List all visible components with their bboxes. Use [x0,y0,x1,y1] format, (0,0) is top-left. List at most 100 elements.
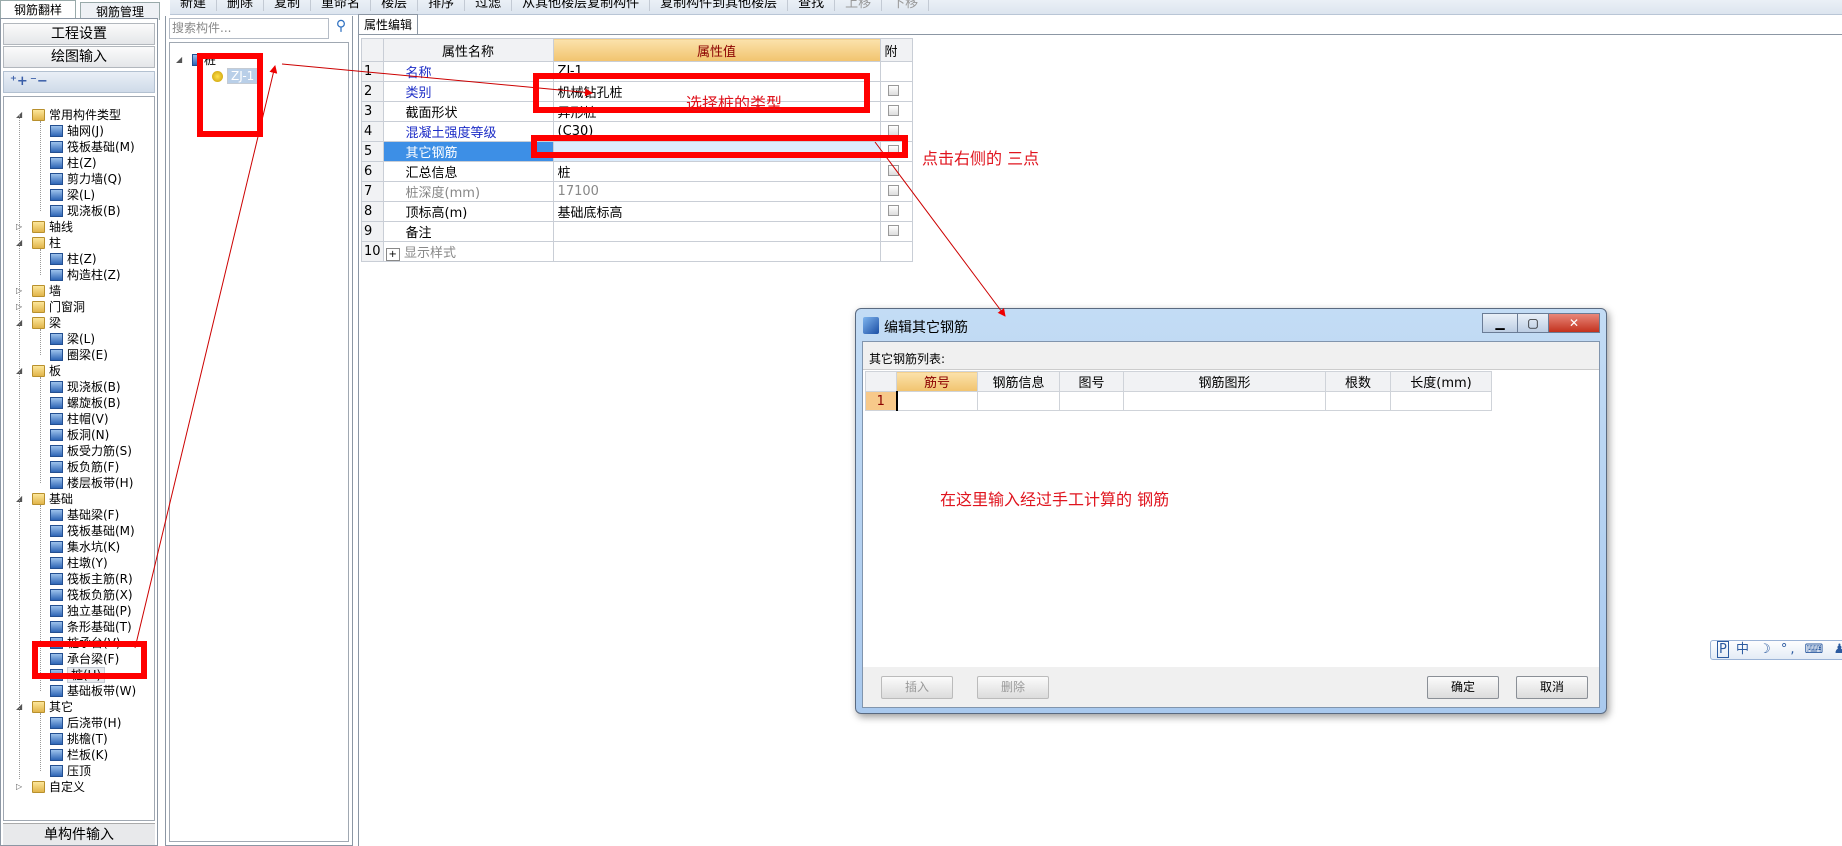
tree-item[interactable]: 柱墩(Y) [50,555,108,571]
property-value[interactable]: (C30) [552,121,881,142]
tree-item[interactable]: 桩承台(V) [50,635,121,651]
toolbar-item[interactable]: 楼层 [371,0,419,11]
search-input[interactable]: 搜索构件... [169,18,329,39]
collapse-arrow-icon[interactable]: ◢ [176,52,186,68]
attach-cell[interactable] [879,81,913,102]
tree-item[interactable]: 构造柱(Z) [50,267,121,283]
tree-item[interactable]: 板洞(N) [50,427,109,443]
expand-plus-icon[interactable]: + [385,248,400,261]
tree-item[interactable]: 筏板负筋(X) [50,587,133,603]
property-value[interactable] [552,221,881,242]
property-value[interactable]: 基础底标高 [552,201,881,222]
attach-cell[interactable] [879,181,913,202]
attach-cell[interactable] [879,201,913,222]
tree-item[interactable]: 承台梁(F) [50,651,119,667]
tree-item[interactable]: 栏板(K) [50,747,108,763]
tree-root-pile[interactable]: ◢ 桩 [176,52,216,68]
single-component-input-button[interactable]: 单构件输入 [3,823,155,845]
attach-cell[interactable] [879,241,913,262]
expand-arrow-icon[interactable]: ▷ [16,219,26,235]
tree-item[interactable]: 压顶 [50,763,91,779]
attach-checkbox[interactable] [887,205,899,216]
collapse-arrow-icon[interactable]: ◢ [16,699,26,715]
minimize-button[interactable]: ▁ [1482,313,1518,333]
property-value[interactable]: 17100 [552,181,881,202]
property-row[interactable]: 4 混凝土强度等级 (C30) [361,121,913,142]
toolbar-item[interactable]: 复制 [264,0,312,11]
drawing-input-button[interactable]: 绘图输入 [3,46,155,68]
collapse-arrow-icon[interactable]: ◢ [16,107,26,123]
tree-folder[interactable]: ◢ 基础 [16,491,73,507]
tree-item[interactable]: 桩(U) [50,667,106,683]
maximize-button[interactable]: ▢ [1517,313,1549,333]
insert-button[interactable]: 插入 [881,676,953,699]
attach-cell[interactable] [879,61,913,82]
tree-item[interactable]: 柱帽(V) [50,411,109,427]
tree-folder[interactable]: ◢ 板 [16,363,61,379]
attach-cell[interactable] [879,101,913,122]
search-icon[interactable]: ⚲ [332,18,350,39]
toolbar-item[interactable]: 下移 [882,0,930,11]
property-row[interactable]: 2 类别 机械钻孔桩 [361,81,913,102]
attach-checkbox[interactable] [887,105,899,116]
tree-item[interactable]: 条形基础(T) [50,619,132,635]
project-settings-button[interactable]: 工程设置 [3,23,155,45]
tree-folder[interactable]: ◢ 其它 [16,699,73,715]
tab-rebar-takeoff[interactable]: 钢筋翻样 [0,0,76,18]
tree-item[interactable]: 后浇带(H) [50,715,121,731]
collapse-all-icon[interactable]: ⁻− [30,74,48,89]
tree-item[interactable]: 现浇板(B) [50,203,121,219]
tree-item[interactable]: 挑檐(T) [50,731,108,747]
property-row[interactable]: 1 名称 ZJ-1 [361,61,913,82]
tree-item[interactable]: 基础板带(W) [50,683,136,699]
property-row[interactable]: 8 顶标高(m) 基础底标高 [361,201,913,222]
ime-toolbar[interactable]: P 中 ☽ °, ⌨ ♟ [1710,640,1842,660]
tree-item[interactable]: 梁(L) [50,331,95,347]
property-row[interactable]: 3 截面形状 异形桩 [361,101,913,122]
collapse-arrow-icon[interactable]: ◢ [16,491,26,507]
tree-item[interactable]: 筏板基础(M) [50,139,135,155]
toolbar-item[interactable]: 删除 [217,0,265,11]
tree-item[interactable]: 楼层板带(H) [50,475,133,491]
property-row[interactable]: 10 + 显示样式 [361,241,913,262]
collapse-arrow-icon[interactable]: ◢ [16,235,26,251]
ime-p-icon[interactable]: P [1717,641,1729,658]
tree-item[interactable]: 现浇板(B) [50,379,121,395]
rebar-cell[interactable] [977,391,1060,411]
tree-item[interactable]: 梁(L) [50,187,95,203]
attach-checkbox[interactable] [887,165,899,176]
attach-checkbox[interactable] [887,225,899,236]
tree-item[interactable]: 柱(Z) [50,251,97,267]
rebar-cell[interactable] [1123,391,1326,411]
rebar-cell[interactable] [1390,391,1492,411]
tree-folder[interactable]: ▷ 墙 [16,283,61,299]
tree-item[interactable]: 集水坑(K) [50,539,120,555]
tree-folder[interactable]: ◢ 柱 [16,235,61,251]
toolbar-item[interactable]: 复制构件到其他楼层 [650,0,789,11]
collapse-arrow-icon[interactable]: ◢ [16,363,26,379]
toolbar-item[interactable]: 重命名 [311,0,372,11]
attach-checkbox[interactable] [887,125,899,136]
rebar-cell[interactable] [1325,391,1391,411]
tree-item[interactable]: 圈梁(E) [50,347,108,363]
cancel-button[interactable]: 取消 [1516,676,1588,699]
attach-checkbox[interactable] [887,145,899,156]
toolbar-item[interactable]: 查找 [788,0,836,11]
close-button[interactable]: ✕ [1548,313,1600,333]
property-row[interactable]: 6 汇总信息 桩 [361,161,913,182]
attach-cell[interactable] [879,221,913,242]
tab-property-edit[interactable]: 属性编辑 [358,14,418,35]
attach-checkbox[interactable] [887,185,899,196]
tree-item-zj-1[interactable]: ZJ-1 [212,68,259,84]
tree-folder[interactable]: ▷ 门窗洞 [16,299,85,315]
property-row[interactable]: 5 其它钢筋 [361,141,913,162]
tree-item[interactable]: 板受力筋(S) [50,443,132,459]
ime-status[interactable]: 中 ☽ °, ⌨ ♟ [1736,642,1842,657]
attach-cell[interactable] [879,161,913,182]
expand-arrow-icon[interactable]: ▷ [16,299,26,315]
tree-folder[interactable]: ▷ 轴线 [16,219,73,235]
tree-item[interactable]: 板负筋(F) [50,459,119,475]
rebar-cell[interactable] [1059,391,1124,411]
toolbar-item[interactable]: 上移 [835,0,883,11]
property-value[interactable]: 桩 [552,161,881,182]
